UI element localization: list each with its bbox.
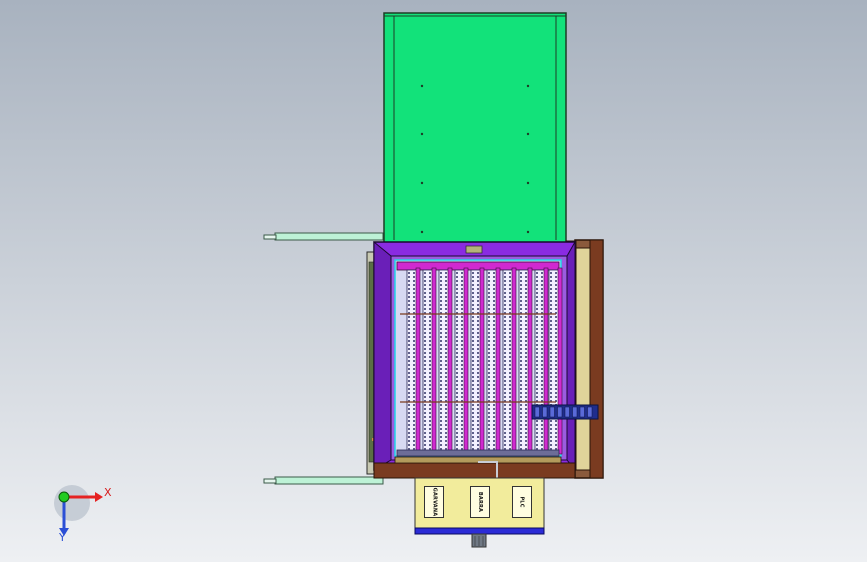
panel-label-1-text: GARVANA bbox=[431, 487, 437, 517]
blue-tray[interactable] bbox=[531, 404, 599, 420]
tray-slot-2 bbox=[542, 406, 548, 418]
right-panel-edge bbox=[589, 239, 604, 479]
top-clamp bbox=[465, 245, 483, 254]
panel-label-2-text: BARRA bbox=[477, 491, 484, 513]
rack-bottom-bar bbox=[396, 449, 560, 457]
base-strip[interactable] bbox=[373, 456, 576, 479]
left-rail-bottom-bar bbox=[274, 476, 384, 485]
rack-divider-2 bbox=[431, 267, 437, 455]
left-rail-bottom[interactable] bbox=[263, 476, 384, 485]
panel-label-1: GARVANA bbox=[424, 486, 444, 518]
green-lid-panel bbox=[383, 12, 567, 254]
tray-slot-7 bbox=[579, 406, 585, 418]
tray-slot-3 bbox=[549, 406, 555, 418]
rack-divider-1 bbox=[415, 267, 421, 455]
rack-divider-4 bbox=[463, 267, 469, 455]
triad-x-label: X bbox=[104, 486, 112, 499]
left-rail-bottom-tip bbox=[263, 478, 277, 484]
tray-slot-8 bbox=[587, 406, 593, 418]
left-rail-top-tip bbox=[263, 234, 277, 240]
triad-z-origin bbox=[58, 491, 70, 503]
tray-slot-4 bbox=[557, 406, 563, 418]
model-drawing[interactable] bbox=[0, 0, 867, 562]
rack-divider-8 bbox=[527, 267, 533, 455]
green-lid[interactable] bbox=[383, 12, 567, 254]
base-strip-bar bbox=[373, 462, 576, 479]
control-panel-stripe bbox=[414, 527, 545, 535]
rack-top-bar bbox=[396, 261, 560, 271]
frame-left-bevel bbox=[373, 240, 392, 471]
rack-divider-10 bbox=[557, 267, 563, 455]
panel-label-2: BARRA bbox=[470, 486, 490, 518]
triad-halo bbox=[54, 485, 90, 521]
left-rail-top-bar bbox=[274, 232, 384, 241]
rack-divider-9 bbox=[543, 267, 549, 455]
tray-slot-5 bbox=[564, 406, 570, 418]
left-rail-top[interactable] bbox=[263, 232, 384, 241]
triad-y-label: Y bbox=[59, 531, 66, 544]
rack-divider-6 bbox=[495, 267, 501, 455]
cad-viewport[interactable]: GARVANA BARRA PLC X Y bbox=[0, 0, 867, 562]
panel-label-3: PLC bbox=[512, 486, 532, 518]
rack-divider-7 bbox=[511, 267, 517, 455]
rack-divider-5 bbox=[479, 267, 485, 455]
model-scene[interactable]: GARVANA BARRA PLC X Y bbox=[0, 0, 867, 562]
rack-divider-3 bbox=[447, 267, 453, 455]
frame-right-bevel bbox=[566, 240, 576, 472]
panel-label-3-text: PLC bbox=[519, 496, 525, 508]
tray-slot-6 bbox=[572, 406, 578, 418]
tray-slot-1 bbox=[534, 406, 540, 418]
